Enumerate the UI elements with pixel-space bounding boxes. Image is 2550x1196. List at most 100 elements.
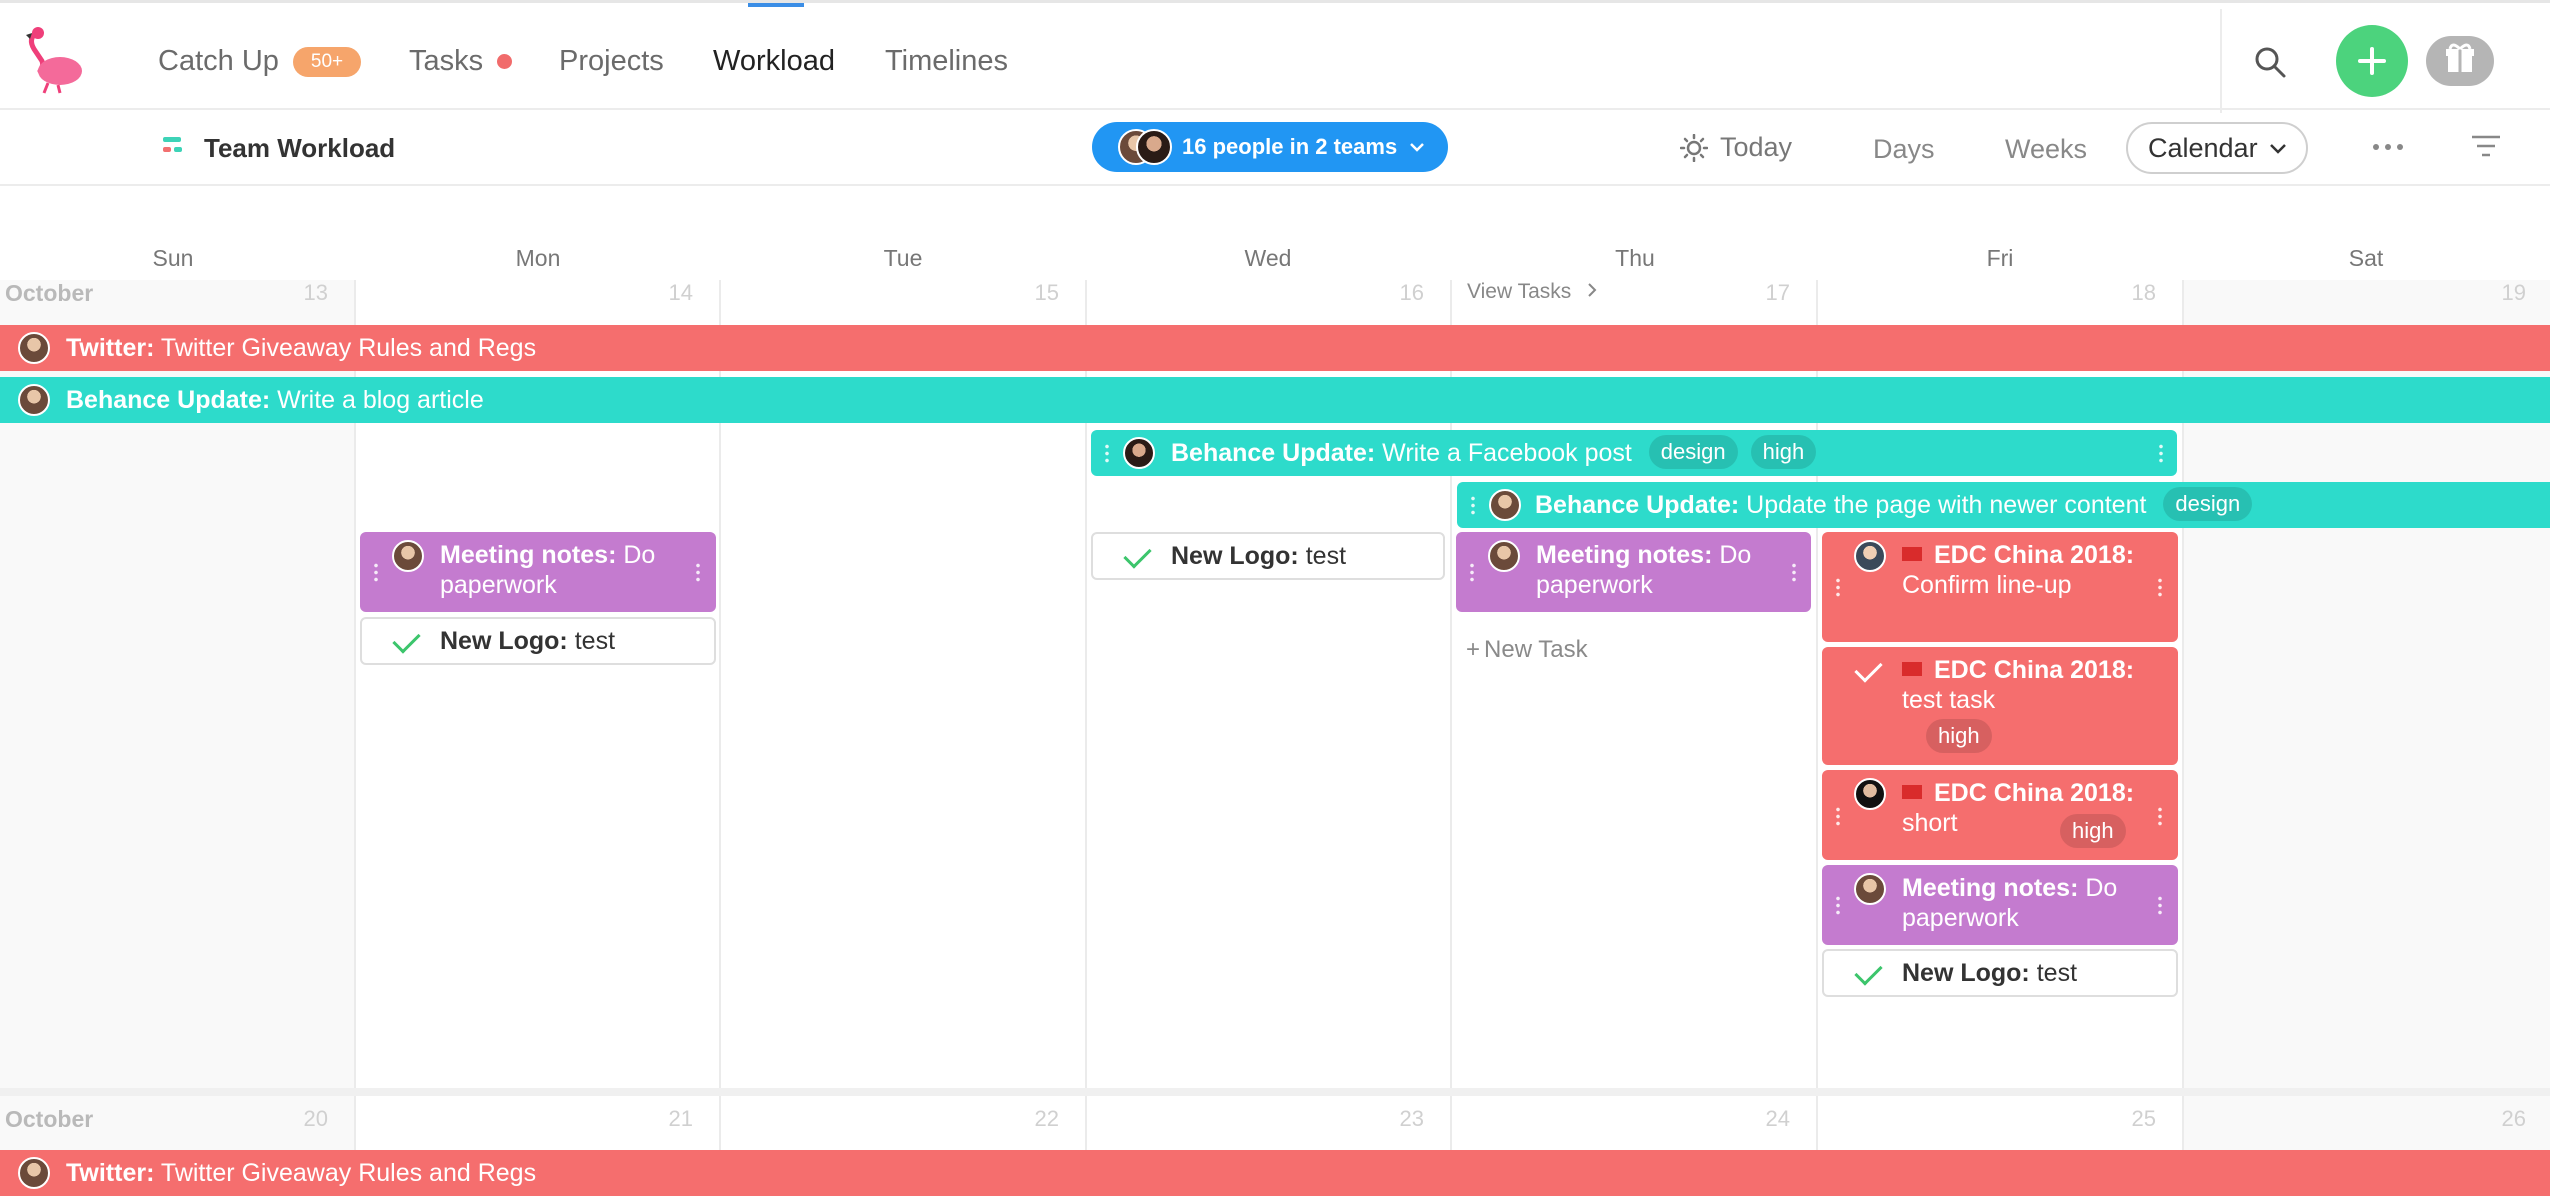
task-name: test [574, 627, 616, 655]
people-filter-button[interactable]: 16 people in 2 teams [1092, 122, 1448, 172]
gift-button[interactable] [2426, 36, 2494, 86]
china-flag-icon [1902, 547, 1922, 562]
drag-handle-icon[interactable] [2158, 577, 2162, 597]
task-card-meeting-notes[interactable]: Meeting notes: Do paperwork [1456, 532, 1811, 612]
task-name: test task [1902, 686, 1996, 714]
drag-handle-icon[interactable] [2158, 806, 2162, 826]
add-button[interactable] [2336, 25, 2408, 97]
date-25: 25 [2131, 1106, 2156, 1131]
date-24: 24 [1765, 1106, 1790, 1131]
plus-icon: + [1466, 636, 1481, 663]
task-bar-behance-update-page[interactable]: Behance Update: Update the page with new… [1457, 482, 2550, 528]
task-bar-twitter[interactable]: Twitter: Twitter Giveaway Rules and Regs [0, 1150, 2550, 1196]
tab-projects[interactable]: Projects [559, 43, 664, 79]
task-card-edc-test-task[interactable]: EDC China 2018: test task high [1822, 647, 2178, 765]
drag-handle-icon[interactable] [2158, 895, 2162, 915]
drag-handle-icon[interactable] [1792, 562, 1796, 582]
drag-handle-icon[interactable] [1836, 577, 1840, 597]
drag-handle-icon[interactable] [1836, 806, 1840, 826]
task-name: test [1305, 542, 1347, 570]
avatar [1123, 437, 1155, 469]
chevron-down-icon [1410, 143, 1424, 152]
drag-handle-icon[interactable] [696, 562, 700, 582]
avatar [18, 1157, 50, 1189]
tab-workload[interactable]: Workload [713, 43, 835, 79]
tab-tasks[interactable]: Tasks [409, 43, 483, 79]
task-project: Twitter: [66, 1159, 155, 1187]
avatar [1854, 540, 1886, 572]
day-name-sat: Sat [2348, 245, 2384, 271]
days-button[interactable]: Days [1873, 132, 1935, 166]
plus-icon [2358, 47, 2386, 75]
task-name: Write a Facebook post [1382, 439, 1632, 467]
week-separator [0, 1088, 2550, 1096]
view-tasks-label: View Tasks [1467, 280, 1572, 303]
task-project: New Logo: [1902, 959, 2030, 987]
date-22: 22 [1034, 1106, 1059, 1131]
day-name-mon: Mon [515, 245, 561, 271]
month-label: October [5, 1106, 94, 1132]
checkmark-icon[interactable] [1123, 540, 1152, 569]
tag-high: high [1750, 435, 1817, 470]
people-filter-label: 16 people in 2 teams [1182, 134, 1398, 159]
weeks-button[interactable]: Weeks [2005, 132, 2087, 166]
search-icon[interactable] [2253, 45, 2287, 79]
task-card-new-logo[interactable]: New Logo: test [1822, 949, 2178, 997]
drag-handle-icon[interactable] [1471, 495, 1475, 515]
tag-high: high [1926, 719, 1992, 753]
drag-handle-icon[interactable] [374, 562, 378, 582]
new-task-button[interactable]: + New Task [1466, 636, 1588, 664]
drag-handle-icon[interactable] [1105, 443, 1109, 463]
task-card-edc-short[interactable]: EDC China 2018: short high [1822, 770, 2178, 860]
task-project: Meeting notes: [1536, 541, 1713, 569]
catch-up-count-badge: 50+ [293, 47, 361, 77]
filter-icon[interactable] [2470, 134, 2502, 158]
tab-catch-up[interactable]: Catch Up [158, 43, 279, 79]
date-16: 16 [1399, 280, 1424, 305]
task-card-new-logo[interactable]: New Logo: test [1091, 532, 1445, 580]
day-name-fri: Fri [1986, 245, 2014, 271]
day-name-thu: Thu [1615, 245, 1655, 271]
task-project: Behance Update: [1171, 439, 1376, 467]
avatar [1489, 489, 1521, 521]
task-name: Write a blog article [277, 386, 484, 414]
task-card-meeting-notes[interactable]: Meeting notes: Do paperwork [360, 532, 716, 612]
active-tab-indicator [748, 3, 804, 7]
tag-design: design [1648, 435, 1738, 470]
flamingo-logo-icon[interactable] [18, 23, 90, 95]
task-card-edc-confirm[interactable]: EDC China 2018: Confirm line-up [1822, 532, 2178, 642]
today-button[interactable]: Today [1720, 130, 1792, 164]
tasks-notification-dot [497, 54, 512, 69]
task-project: Twitter: [66, 334, 155, 362]
task-bar-behance-facebook[interactable]: Behance Update: Write a Facebook post de… [1091, 430, 2177, 476]
avatar [1136, 129, 1172, 165]
checkmark-icon[interactable] [1854, 654, 1883, 683]
view-tasks-link[interactable]: View Tasks [1467, 280, 1599, 304]
task-project: EDC China 2018: [1934, 656, 2135, 684]
date-20: 20 [303, 1106, 328, 1131]
checkmark-icon[interactable] [392, 625, 421, 654]
more-options-icon[interactable] [2370, 140, 2406, 154]
day-name-sun: Sun [152, 245, 194, 271]
nav-divider [2220, 9, 2222, 113]
china-flag-icon [1902, 662, 1922, 677]
tab-timelines[interactable]: Timelines [885, 43, 1008, 79]
date-19: 19 [2501, 280, 2526, 305]
task-card-new-logo[interactable]: New Logo: test [360, 617, 716, 665]
drag-handle-icon[interactable] [1470, 562, 1474, 582]
page-title: Team Workload [204, 133, 396, 163]
task-card-meeting-notes[interactable]: Meeting notes: Do paperwork [1822, 865, 2178, 945]
task-project: EDC China 2018: [1934, 779, 2135, 807]
date-23: 23 [1399, 1106, 1424, 1131]
task-bar-twitter[interactable]: Twitter: Twitter Giveaway Rules and Regs [0, 325, 2550, 371]
task-bar-behance-blog[interactable]: Behance Update: Write a blog article [0, 377, 2550, 423]
drag-handle-icon[interactable] [1836, 895, 1840, 915]
task-name: Update the page with newer content [1746, 491, 2147, 519]
top-navigation: Catch Up 50+ Tasks Projects Workload Tim… [0, 0, 2550, 113]
task-name: short [1902, 809, 1958, 837]
calendar-view-select[interactable]: Calendar [2126, 122, 2308, 174]
china-flag-icon [1902, 785, 1922, 800]
date-14: 14 [668, 280, 693, 305]
drag-handle-icon[interactable] [2159, 443, 2163, 463]
checkmark-icon[interactable] [1854, 957, 1883, 986]
